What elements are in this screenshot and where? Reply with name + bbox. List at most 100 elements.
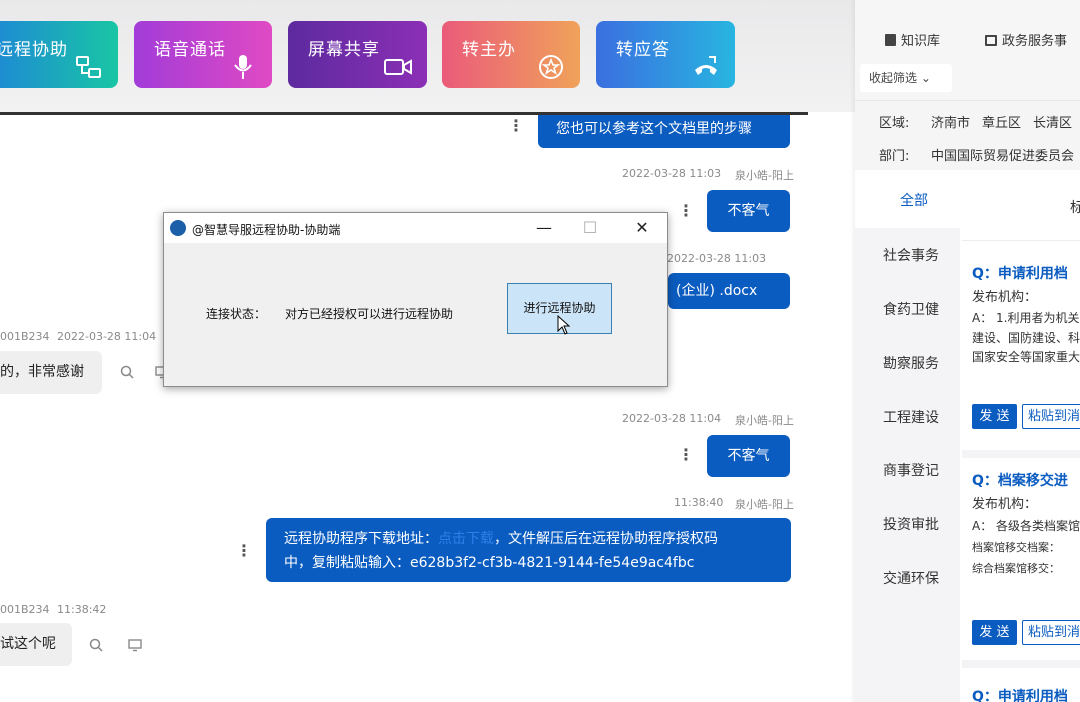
screen-share-button[interactable]: 屏幕共享 [288,21,427,88]
message-text: 的，非常感谢 [0,364,84,380]
message-time: 11:38:40 [674,496,724,509]
publisher-label: 发布机构： [972,290,1038,305]
category-item[interactable]: 食药卫健 [883,299,939,319]
maximize-button[interactable]: ☐ [567,213,613,243]
mouse-cursor-icon [557,315,571,335]
gov-service-link[interactable]: 政务服务事 [985,30,1067,49]
voice-call-button[interactable]: 语音通话 [134,21,272,88]
star-circle-icon [539,55,563,79]
message-text: ，文件解压后在远程协助程序授权码 [494,531,718,547]
search-icon[interactable] [89,638,103,652]
message-time: 2022-03-28 11:04 [57,330,157,343]
message-more-icon[interactable]: ⋮ [678,447,694,463]
connection-status-label: 连接状态： [206,307,267,321]
faq-card: Q：申请利用档 [962,660,1080,702]
search-icon[interactable] [120,365,134,379]
message-text: 您也可以参考这个文档里的步骤 [556,121,752,137]
remote-assist-label: 远程协助 [0,40,68,60]
message-sender: 泉小皓-阳上 [735,498,794,511]
category-item[interactable]: 交通环保 [883,568,939,588]
message-more-icon[interactable]: ⋮ [236,543,252,559]
app-logo-icon [170,220,186,236]
transfer-answer-label: 转应答 [616,40,670,60]
start-remote-assist-label: 进行远程协助 [523,301,596,315]
remote-assist-button[interactable]: 远程协助 [0,21,118,88]
faq-answer-line: A： 1.利用者为机关 [972,311,1080,325]
video-camera-icon [384,59,412,75]
transfer-host-button[interactable]: 转主办 [442,21,580,88]
file-message-bubble[interactable]: (企业) .docx [668,273,790,309]
screen-share-label: 屏幕共享 [308,40,380,60]
message-text: 试这个呢 [0,636,56,652]
message-bubble: 的，非常感谢 [0,351,102,394]
region-option[interactable]: 长清区 [1033,112,1072,131]
message-bubble: 您也可以参考这个文档里的步骤 [538,115,790,148]
send-button[interactable]: 发 送 [972,404,1017,429]
faq-answer-line: 档案馆移交档案： [972,541,1060,554]
message-more-icon[interactable]: ⋮ [508,118,524,134]
dialog-title: @智慧导服远程协助-协助端 [192,223,341,237]
remote-assist-dialog: @智慧导服远程协助-协助端 — ☐ ✕ 连接状态： 对方已经授权可以进行远程协助… [163,212,668,387]
region-label: 区域: [879,116,910,131]
category-sidebar: 全部 社会事务 食药卫健 勘察服务 工程建设 商事登记 投资审批 交通环保 [855,170,960,702]
folder-icon [985,35,997,46]
faq-answer-line: 建设、国防建设、科 [972,331,1080,345]
message-time: 2022-03-28 11:04 [622,412,722,425]
message-text: 远程协助程序下载地址： [284,531,438,547]
tab-all[interactable]: 全部 [855,170,960,228]
faq-answer-line: 综合档案馆移交： [972,562,1060,575]
region-option[interactable]: 济南市 [931,112,970,131]
faq-answer-line: A： 各级各类档案馆 [972,519,1080,533]
message-time: 11:38:42 [57,603,107,616]
transfer-host-label: 转主办 [462,40,516,60]
filter-panel: 区域: 济南市 章丘区 长清区 部门: 中国国际贸易促进委员会 [855,100,1080,170]
paste-to-message-button[interactable]: 粘贴到消 [1022,404,1080,429]
category-item[interactable]: 勘察服务 [883,353,939,373]
remote-assist-icon [76,56,101,78]
message-bubble: 试这个呢 [0,623,72,666]
collapse-filter-button[interactable]: 收起筛选 ⌄ [860,64,952,92]
category-item[interactable]: 商事登记 [883,460,939,480]
message-bubble: 远程协助程序下载地址：点击下载，文件解压后在远程协助程序授权码 中，复制粘贴输入… [266,518,791,582]
file-name: (企业) .docx [676,283,758,299]
message-bubble: 不客气 [707,190,790,232]
knowledge-base-link[interactable]: 知识库 [885,30,940,49]
chat-area: ⋮ 您也可以参考这个文档里的步骤 2022-03-28 11:03 泉小皓-阳上… [0,115,808,702]
download-link[interactable]: 点击下载 [438,531,494,547]
message-text: 中，复制粘贴输入：e628b3f2-cf3b-4821-9144-fe54e9a… [284,555,695,571]
message-time: 2022-03-28 11:03 [667,252,767,265]
category-item[interactable]: 工程建设 [883,407,939,427]
transfer-answer-button[interactable]: 转应答 [596,21,735,88]
message-sender: 泉小皓-阳上 [735,169,794,182]
message-sender: 泉小皓-阳上 [735,414,794,427]
faq-card: Q：申请利用档 发布机构： A： 1.利用者为机关 建设、国防建设、科 国家安全… [962,240,1080,445]
connection-status-value: 对方已经授权可以进行远程协助 [285,307,454,321]
publisher-label: 发布机构： [972,497,1038,512]
send-button[interactable]: 发 送 [972,620,1017,645]
book-icon [885,34,896,46]
faq-answer-line: 国家安全等国家重大 [972,350,1080,364]
category-item[interactable]: 社会事务 [883,245,939,265]
dialog-titlebar[interactable]: @智慧导服远程协助-协助端 — ☐ ✕ [164,213,667,243]
minimize-button[interactable]: — [521,213,567,243]
region-option[interactable]: 章丘区 [982,112,1021,131]
faq-question[interactable]: Q：申请利用档 [972,263,1068,283]
message-more-icon[interactable]: ⋮ [678,203,694,219]
tab-all-label: 全部 [900,193,928,209]
close-button[interactable]: ✕ [619,213,665,243]
message-bubble: 不客气 [707,435,790,477]
message-time: 2022-03-28 11:03 [622,167,722,180]
faq-question[interactable]: Q：申请利用档 [972,686,1068,702]
message-sender: 001B234 [0,603,50,616]
tab-label[interactable]: 标 [1070,197,1080,217]
knowledge-panel: 知识库 政务服务事 收起筛选 ⌄ 区域: 济南市 章丘区 长清区 部门: 中国国… [855,0,1080,702]
faq-card: Q：档案移交进 发布机构： A： 各级各类档案馆 档案馆移交档案： 综合档案馆移… [962,450,1080,655]
paste-to-message-button[interactable]: 粘贴到消 [1022,620,1080,645]
knowledge-base-label: 知识库 [901,34,941,49]
category-item[interactable]: 投资审批 [883,514,939,534]
call-transfer-icon [695,56,717,75]
message-text: 不客气 [727,203,770,219]
monitor-icon[interactable] [128,638,142,652]
department-option[interactable]: 中国国际贸易促进委员会 [931,145,1074,164]
faq-question[interactable]: Q：档案移交进 [972,470,1068,490]
